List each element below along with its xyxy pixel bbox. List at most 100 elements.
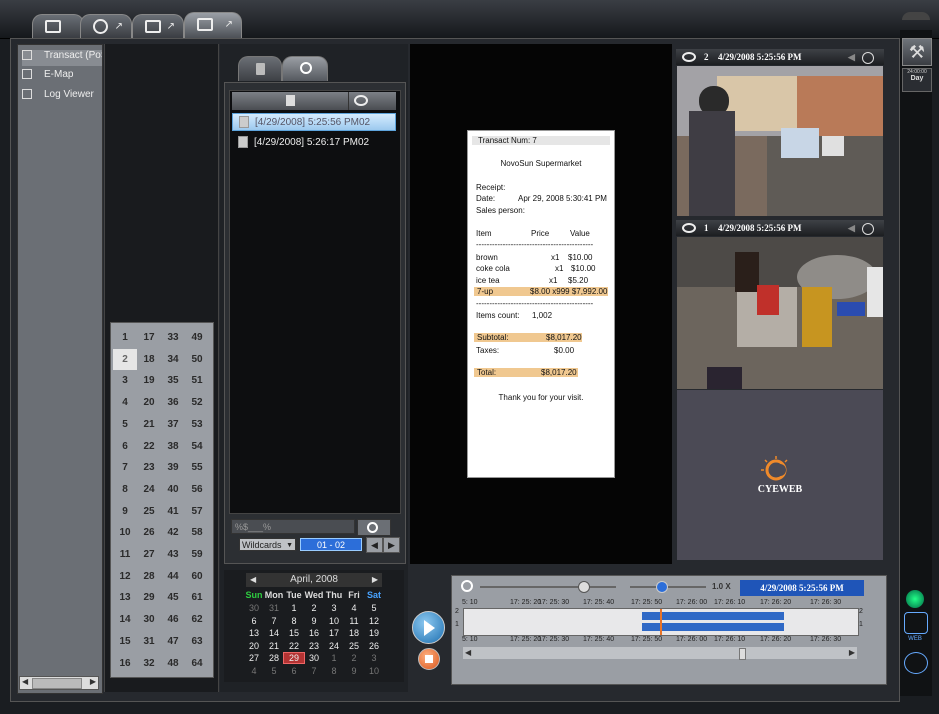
channel-cell[interactable]: 44	[161, 566, 185, 587]
popout-icon[interactable]: ↗	[115, 21, 123, 32]
calendar-day[interactable]: 21	[264, 641, 284, 651]
channel-cell[interactable]: 11	[113, 544, 137, 565]
web-icon[interactable]: WEB	[904, 636, 926, 648]
eject-icon[interactable]	[902, 12, 930, 20]
tab-live-view[interactable]	[32, 14, 84, 38]
channel-cell[interactable]: 57	[185, 501, 209, 522]
channel-cell[interactable]: 42	[161, 522, 185, 543]
channel-cell[interactable]: 31	[137, 631, 161, 652]
channel-cell[interactable]: 47	[161, 631, 185, 652]
channel-cell[interactable]: 35	[161, 370, 185, 391]
channel-cell[interactable]: 51	[185, 370, 209, 391]
calendar-day[interactable]: 12	[364, 616, 384, 626]
channel-cell[interactable]: 10	[113, 522, 137, 543]
nav-item-transact[interactable]: Transact (PoS	[22, 50, 102, 66]
calendar-day[interactable]: 27	[244, 653, 264, 663]
prev-icon[interactable]: ◀	[848, 220, 855, 236]
channel-cell[interactable]: 27	[137, 544, 161, 565]
channel-cell[interactable]: 22	[137, 436, 161, 457]
timeline-scrollbar[interactable]: ◀ ▶	[463, 647, 857, 660]
calendar-day[interactable]: 13	[244, 628, 264, 638]
channel-cell[interactable]: 18	[137, 349, 161, 370]
channel-cell[interactable]: 15	[113, 631, 137, 652]
channel-cell[interactable]: 12	[113, 566, 137, 587]
nav-item-emap[interactable]: E-Map	[22, 69, 102, 85]
channel-cell[interactable]: 45	[161, 587, 185, 608]
calendar-day[interactable]: 17	[324, 628, 344, 638]
channel-cell[interactable]: 13	[113, 587, 137, 608]
calendar-day[interactable]: 22	[284, 641, 304, 651]
channel-cell[interactable]: 23	[137, 457, 161, 478]
channel-cell[interactable]: 30	[137, 609, 161, 630]
calendar-day[interactable]: 11	[344, 616, 364, 626]
tab-playback[interactable]: ↗	[80, 14, 132, 38]
timeline-track[interactable]	[463, 608, 859, 636]
channel-cell[interactable]: 36	[161, 392, 185, 413]
calendar-day[interactable]: 5	[364, 603, 384, 613]
calendar-day[interactable]: 10	[364, 666, 384, 676]
tab-search[interactable]: ↗	[184, 12, 242, 38]
calendar-day[interactable]: 28	[264, 653, 284, 663]
prev-month-icon[interactable]: ◀	[250, 573, 256, 587]
calendar-day[interactable]: 25	[344, 641, 364, 651]
next-button[interactable]: ▶	[383, 537, 400, 553]
calendar-day[interactable]: 30	[304, 653, 324, 663]
scroll-right-arrow-icon[interactable]: ▶	[849, 648, 855, 657]
tab-history[interactable]	[238, 56, 282, 81]
channel-cell[interactable]: 43	[161, 544, 185, 565]
calendar-day[interactable]: 20	[244, 641, 264, 651]
speed-slider-thumb[interactable]	[656, 581, 668, 593]
channel-cell[interactable]: 40	[161, 479, 185, 500]
tab-search-query[interactable]	[282, 56, 328, 81]
channel-cell[interactable]: 17	[137, 327, 161, 348]
calendar-day[interactable]: 7	[264, 616, 284, 626]
channel-cell[interactable]: 58	[185, 522, 209, 543]
channel-cell[interactable]: 59	[185, 544, 209, 565]
channel-cell[interactable]: 5	[113, 414, 137, 435]
channel-cell[interactable]: 8	[113, 479, 137, 500]
calendar-day[interactable]: 9	[304, 616, 324, 626]
calendar-day[interactable]: 16	[304, 628, 324, 638]
channel-cell[interactable]: 21	[137, 414, 161, 435]
channel-cell[interactable]: 54	[185, 436, 209, 457]
channel-cell[interactable]: 49	[185, 327, 209, 348]
channel-cell[interactable]: 26	[137, 522, 161, 543]
calendar-day[interactable]: 6	[284, 666, 304, 676]
channel-cell[interactable]: 29	[137, 587, 161, 608]
calendar-day[interactable]: 10	[324, 616, 344, 626]
calendar-day[interactable]: 23	[304, 641, 324, 651]
channel-cell[interactable]: 19	[137, 370, 161, 391]
calendar-day[interactable]: 2	[304, 603, 324, 613]
left-horizontal-scrollbar[interactable]: ◀ ▶	[19, 676, 99, 690]
prev-button[interactable]: ◀	[366, 537, 383, 553]
channel-cell[interactable]: 14	[113, 609, 137, 630]
calendar-day[interactable]: 8	[284, 616, 304, 626]
playhead[interactable]	[660, 609, 662, 635]
camera-3-feed[interactable]: CYEWEB	[677, 390, 883, 560]
stop-button[interactable]	[418, 648, 440, 670]
popout-icon[interactable]: ↗	[167, 21, 175, 32]
match-mode-select[interactable]: Wildcards ▼	[239, 538, 296, 551]
channel-cell[interactable]: 28	[137, 566, 161, 587]
zoom-slider-thumb[interactable]	[578, 581, 590, 593]
play-button[interactable]	[412, 611, 445, 644]
channel-cell[interactable]: 61	[185, 587, 209, 608]
channel-cell[interactable]: 1	[113, 327, 137, 348]
channel-cell[interactable]: 37	[161, 414, 185, 435]
channel-cell[interactable]: 34	[161, 349, 185, 370]
result-row[interactable]: [4/29/2008] 5:25:56 PM 02	[232, 113, 396, 131]
nav-item-log-viewer[interactable]: Log Viewer	[22, 89, 102, 105]
channel-cell[interactable]: 50	[185, 349, 209, 370]
calendar-day[interactable]: 4	[244, 666, 264, 676]
channel-cell[interactable]: 25	[137, 501, 161, 522]
calendar-day[interactable]: 1	[284, 603, 304, 613]
channel-cell[interactable]: 7	[113, 457, 137, 478]
calendar-day[interactable]: 5	[264, 666, 284, 676]
channel-cell[interactable]: 33	[161, 327, 185, 348]
result-row[interactable]: [4/29/2008] 5:26:17 PM 02	[232, 134, 396, 152]
channel-cell[interactable]: 16	[113, 653, 137, 674]
calendar-day[interactable]: 2	[344, 653, 364, 663]
channel-cell[interactable]: 46	[161, 609, 185, 630]
channel-cell[interactable]: 60	[185, 566, 209, 587]
calendar-day[interactable]: 8	[324, 666, 344, 676]
